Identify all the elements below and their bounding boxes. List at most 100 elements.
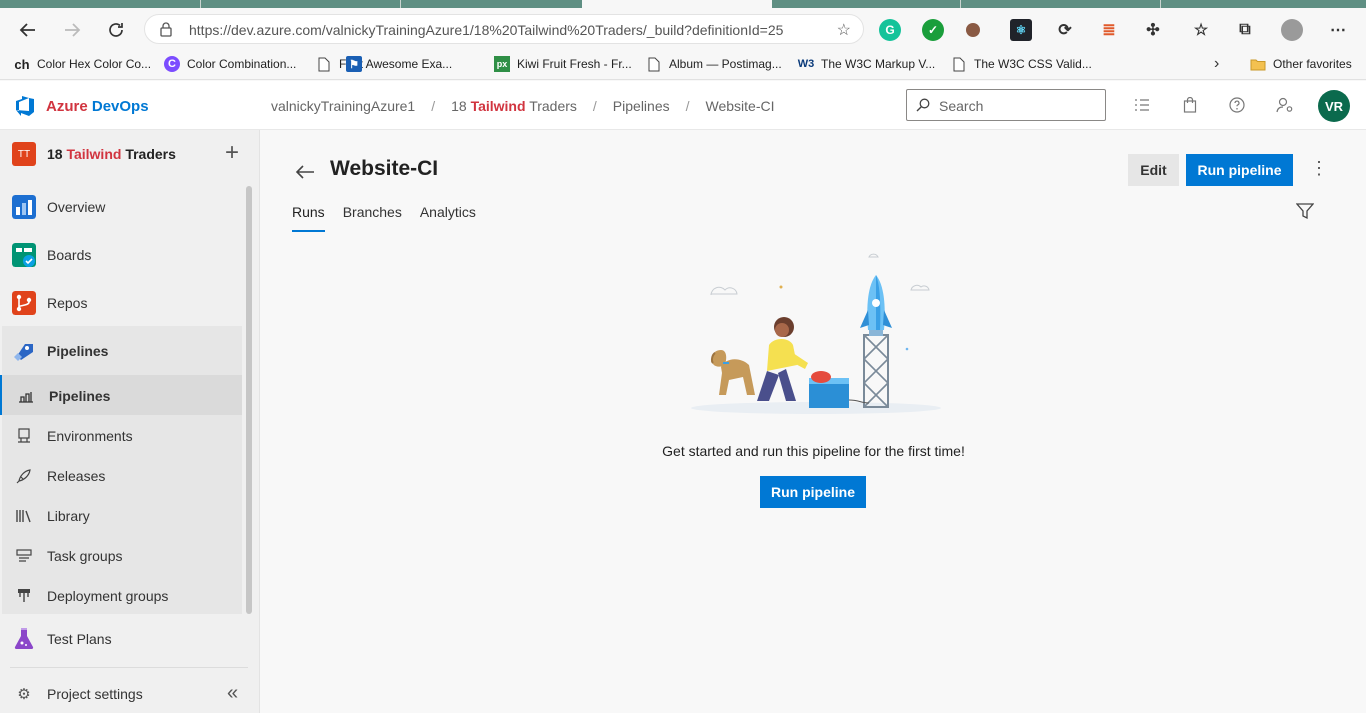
- azure-devops-logo[interactable]: Azure DevOps: [14, 95, 149, 117]
- sidebar-subitem-label: Library: [47, 508, 90, 524]
- filter-icon[interactable]: [1296, 202, 1314, 220]
- tab-analytics[interactable]: Analytics: [420, 204, 476, 232]
- favorite-link[interactable]: Font Awesome Exa...: [316, 54, 452, 74]
- back-arrow-icon[interactable]: [295, 160, 315, 186]
- breadcrumb-separator: /: [431, 98, 436, 114]
- page-icon: [951, 56, 967, 72]
- breadcrumb-project[interactable]: 18 Tailwind Traders: [451, 98, 577, 114]
- sync-extension-icon[interactable]: ⟳: [1054, 19, 1076, 41]
- sidebar-subitem-library[interactable]: Library: [0, 495, 242, 535]
- sidebar-subitem-releases[interactable]: Releases: [0, 455, 242, 495]
- w3c-icon: W3: [797, 58, 815, 70]
- list-extension-icon[interactable]: ≣: [1098, 19, 1120, 41]
- overview-icon: [12, 195, 36, 219]
- react-extension-icon[interactable]: ⚛: [1010, 19, 1032, 41]
- sidebar-scrollbar[interactable]: [246, 186, 252, 614]
- work-items-list-icon[interactable]: [1133, 96, 1151, 114]
- sidebar-item-overview[interactable]: Overview: [0, 183, 242, 231]
- search-icon: [916, 98, 930, 112]
- pipelines-sub-icon: [18, 388, 34, 404]
- search-input[interactable]: Search: [906, 89, 1106, 121]
- sidebar-item-label: Repos: [47, 295, 88, 311]
- empty-state-run-pipeline-button[interactable]: Run pipeline: [760, 476, 866, 508]
- favorite-label: The W3C Markup V...: [821, 57, 936, 71]
- azure-devops-icon: [16, 96, 34, 116]
- sidebar-subitem-task-groups[interactable]: Task groups: [0, 535, 242, 575]
- sidebar-item-test-plans[interactable]: Test Plans: [0, 615, 242, 663]
- tab-branches[interactable]: Branches: [343, 204, 402, 232]
- favorite-link[interactable]: C Color Combination...: [164, 54, 296, 74]
- coffee-extension-icon[interactable]: [966, 23, 980, 37]
- favorites-star-icon[interactable]: ☆: [1190, 19, 1212, 41]
- favorite-link[interactable]: px Kiwi Fruit Fresh - Fr...: [494, 54, 632, 74]
- help-icon[interactable]: [1228, 96, 1246, 114]
- favorite-link[interactable]: Album — Postimag...: [646, 54, 782, 74]
- tab-divider: [400, 0, 401, 8]
- favorite-label: The W3C CSS Valid...: [974, 57, 1092, 71]
- breadcrumb-separator: /: [685, 98, 690, 114]
- ado-header: Azure DevOps valnickyTrainingAzure1 / 18…: [0, 81, 1366, 130]
- more-menu-icon[interactable]: ⋯: [1327, 19, 1349, 41]
- project-sidebar: TT 18 Tailwind Traders + Overview Boards…: [0, 130, 260, 713]
- favorite-link-flag[interactable]: ⚑: [346, 54, 362, 74]
- sidebar-subitem-label: Deployment groups: [47, 588, 169, 604]
- task-groups-icon: [16, 548, 32, 564]
- check-extension-icon[interactable]: ✓: [922, 19, 944, 41]
- more-options-icon[interactable]: ⋮: [1310, 158, 1328, 179]
- gear-icon: ⚙: [17, 686, 31, 703]
- empty-state-message: Get started and run this pipeline for th…: [662, 443, 965, 459]
- page-title: Website-CI: [330, 157, 439, 180]
- brand-devops: DevOps: [91, 97, 149, 115]
- favorite-link[interactable]: W3 The W3C Markup V...: [797, 54, 936, 74]
- tab-runs[interactable]: Runs: [292, 204, 325, 232]
- test-plans-flask-icon: [14, 628, 34, 649]
- empty-state-illustration: [691, 253, 941, 414]
- deployment-groups-icon: [16, 588, 32, 604]
- profile-avatar-icon[interactable]: [1281, 19, 1303, 41]
- sidebar-item-label: Test Plans: [47, 631, 112, 647]
- chevron-right-icon[interactable]: ›: [1214, 54, 1219, 74]
- library-books-icon: [16, 508, 32, 524]
- pipeline-tabs: Runs Branches Analytics: [292, 204, 476, 232]
- marketplace-bag-icon[interactable]: [1181, 96, 1199, 114]
- run-pipeline-button[interactable]: Run pipeline: [1186, 154, 1293, 186]
- favorite-link[interactable]: The W3C CSS Valid...: [951, 54, 1092, 74]
- breadcrumb-pipelines[interactable]: Pipelines: [613, 98, 670, 114]
- refresh-icon[interactable]: [102, 16, 130, 44]
- other-favorites-label: Other favorites: [1273, 57, 1352, 71]
- add-favorite-icon[interactable]: ☆: [837, 20, 851, 40]
- sidebar-item-repos[interactable]: Repos: [0, 279, 242, 327]
- favorite-label: Album — Postimag...: [669, 57, 782, 71]
- project-settings-link[interactable]: ⚙ Project settings: [0, 673, 242, 713]
- project-header[interactable]: TT 18 Tailwind Traders +: [0, 130, 260, 178]
- breadcrumb-org[interactable]: valnickyTrainingAzure1: [271, 98, 415, 114]
- sidebar-subitem-environments[interactable]: Environments: [0, 415, 242, 455]
- favorite-link[interactable]: ch Color Hex Color Co...: [14, 54, 151, 74]
- user-settings-icon[interactable]: [1276, 96, 1294, 114]
- add-new-icon[interactable]: +: [225, 139, 239, 167]
- collections-icon[interactable]: ⧉: [1234, 19, 1256, 41]
- browser-tab-strip: [0, 0, 1366, 8]
- url-field[interactable]: https://dev.azure.com/valnickyTrainingAz…: [144, 14, 864, 44]
- active-browser-tab[interactable]: [582, 0, 772, 8]
- releases-rocket-icon: [16, 468, 32, 484]
- tab-divider: [1160, 0, 1161, 8]
- back-arrow-icon[interactable]: [14, 16, 42, 44]
- search-placeholder: Search: [939, 98, 984, 114]
- collapse-sidebar-icon[interactable]: «: [227, 682, 238, 705]
- grammarly-extension-icon[interactable]: G: [879, 19, 901, 41]
- folder-icon: [1250, 56, 1266, 72]
- sidebar-item-pipelines[interactable]: Pipelines: [0, 327, 242, 375]
- edit-button[interactable]: Edit: [1128, 154, 1179, 186]
- forward-arrow-icon[interactable]: [58, 16, 86, 44]
- repos-icon: [12, 291, 36, 315]
- sidebar-subitem-deployment-groups[interactable]: Deployment groups: [0, 575, 242, 615]
- pipelines-icon: [14, 344, 33, 361]
- user-avatar[interactable]: VR: [1318, 90, 1350, 122]
- sidebar-subitem-pipelines[interactable]: Pipelines: [0, 375, 242, 415]
- pixabay-icon: px: [494, 56, 510, 72]
- sidebar-item-boards[interactable]: Boards: [0, 231, 242, 279]
- other-favorites[interactable]: Other favorites: [1250, 54, 1352, 74]
- extensions-puzzle-icon[interactable]: ✣: [1142, 19, 1164, 41]
- breadcrumb-pipeline[interactable]: Website-CI: [706, 98, 775, 114]
